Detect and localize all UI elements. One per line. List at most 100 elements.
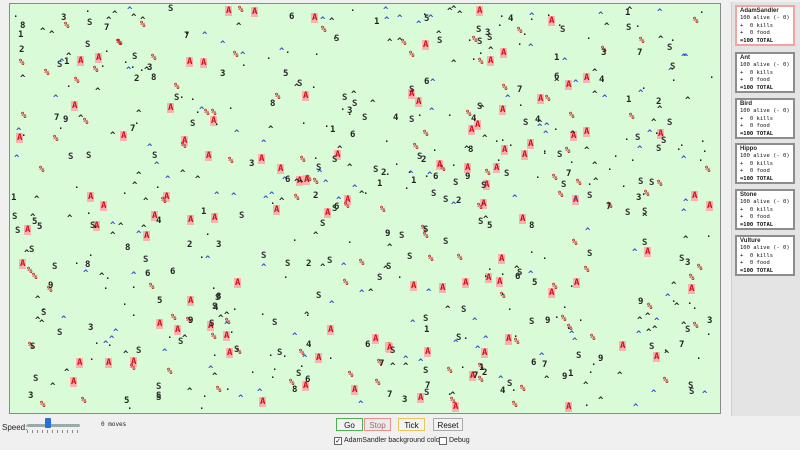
- debug-checkbox[interactable]: [439, 437, 447, 445]
- bg-colors-checkbox[interactable]: ✓: [334, 437, 342, 445]
- food-dot: .: [260, 308, 266, 318]
- stone-critter: S: [399, 231, 405, 241]
- stone-critter: S: [424, 388, 430, 398]
- food-dot: .: [463, 332, 469, 342]
- food-dot: .: [225, 383, 231, 393]
- stone-critter: S: [285, 259, 291, 269]
- stone-critter: S: [649, 178, 655, 188]
- speed-label: Speed:: [2, 423, 28, 432]
- vulture-critter: ^: [537, 119, 543, 129]
- hippo-critter: 3: [402, 395, 408, 405]
- adamsandler-critter: A: [324, 208, 332, 218]
- hippo-critter: 7: [566, 169, 572, 179]
- stone-critter: S: [481, 181, 487, 191]
- hippo-critter: 1: [626, 95, 632, 105]
- bird-critter: ^: [410, 319, 416, 329]
- food-dot: .: [451, 159, 457, 169]
- food-dot: .: [422, 8, 428, 18]
- adamsandler-critter: A: [311, 13, 319, 23]
- ant-critter: %: [53, 134, 59, 144]
- ant-critter: %: [306, 174, 312, 184]
- stone-critter: S: [209, 319, 215, 329]
- species-name: Vulture: [740, 238, 761, 244]
- bird-critter: ^: [358, 400, 364, 410]
- adamsandler-critter: A: [205, 151, 213, 161]
- speed-slider-thumb[interactable]: [45, 418, 51, 428]
- hippo-critter: 8: [529, 221, 535, 231]
- ant-critter: %: [375, 378, 381, 388]
- vulture-critter: ^: [298, 179, 304, 189]
- food-dot: .: [241, 59, 247, 69]
- speed-slider-track[interactable]: [27, 424, 80, 427]
- food-dot: .: [314, 48, 320, 58]
- food-dot: .: [103, 282, 109, 292]
- reset-button[interactable]: Reset: [433, 418, 463, 431]
- bird-critter: ^: [113, 328, 119, 338]
- adamsandler-critter: A: [76, 358, 84, 368]
- go-button[interactable]: Go: [336, 418, 363, 431]
- hippo-critter: 7: [637, 48, 643, 58]
- ant-critter: %: [558, 190, 564, 200]
- adamsandler-critter: A: [200, 58, 208, 68]
- food-dot: .: [480, 197, 486, 207]
- hippo-critter: 4: [156, 216, 162, 226]
- stone-critter: S: [156, 382, 162, 392]
- tick-button[interactable]: Tick: [398, 418, 425, 431]
- adamsandler-critter: A: [462, 278, 470, 288]
- vulture-critter: ^: [464, 145, 470, 155]
- hippo-critter: 3: [249, 159, 255, 169]
- ant-critter: %: [83, 117, 89, 127]
- hippo-critter: 1: [374, 17, 380, 27]
- bird-critter: ^: [352, 184, 358, 194]
- stone-critter: S: [407, 252, 413, 262]
- stop-button[interactable]: Stop: [364, 418, 391, 431]
- vulture-critter: ^: [592, 68, 598, 78]
- bird-critter: ^: [238, 394, 244, 404]
- food-dot: .: [487, 263, 493, 273]
- critter-arena[interactable]: A A A A A A A A A A A A A A A A A A A A A A A A A A A A A A A A A A A A A A A A…: [9, 3, 721, 414]
- adamsandler-critter: A: [565, 402, 573, 412]
- adamsandler-critter: A: [424, 347, 432, 357]
- hippo-critter: 3: [61, 13, 67, 23]
- vulture-critter: ^: [110, 231, 116, 241]
- hippo-critter: 6: [145, 269, 151, 279]
- bird-critter: ^: [165, 175, 171, 185]
- food-dot: .: [513, 330, 519, 340]
- food-dot: .: [671, 74, 677, 84]
- hippo-critter: 6: [350, 130, 356, 140]
- vulture-critter: ^: [268, 125, 274, 135]
- adamsandler-critter: A: [167, 103, 175, 113]
- vulture-critter: ^: [652, 325, 658, 335]
- vulture-critter: ^: [397, 37, 403, 47]
- bird-critter: ^: [505, 94, 511, 104]
- ant-critter: %: [380, 205, 386, 215]
- stone-critter: S: [33, 374, 39, 384]
- stone-critter: S: [417, 152, 423, 162]
- vulture-critter: ^: [40, 27, 46, 37]
- bird-critter: ^: [665, 293, 671, 303]
- hippo-critter: 1: [201, 207, 207, 217]
- hippo-critter: 1: [479, 363, 485, 373]
- food-dot: .: [569, 280, 575, 290]
- stone-critter: S: [423, 366, 429, 376]
- food-dot: .: [313, 152, 319, 162]
- bird-critter: ^: [573, 197, 579, 207]
- stone-critter: S: [504, 169, 510, 179]
- stone-critter: S: [296, 369, 302, 379]
- food-dot: .: [635, 20, 641, 30]
- hippo-critter: 6: [531, 358, 537, 368]
- food-dot: .: [621, 180, 627, 190]
- food-dot: .: [529, 246, 535, 256]
- food-dot: .: [282, 350, 288, 360]
- food-dot: .: [214, 118, 220, 128]
- bird-critter: ^: [263, 195, 269, 205]
- vulture-critter: ^: [212, 372, 218, 382]
- vulture-critter: ^: [50, 382, 56, 392]
- vulture-critter: ^: [436, 30, 442, 40]
- bird-critter: ^: [602, 94, 608, 104]
- vulture-critter: ^: [131, 13, 137, 23]
- speed-slider-ticks: [27, 430, 80, 433]
- food-dot: .: [706, 328, 712, 338]
- food-dot: .: [384, 135, 390, 145]
- bird-critter: ^: [261, 139, 267, 149]
